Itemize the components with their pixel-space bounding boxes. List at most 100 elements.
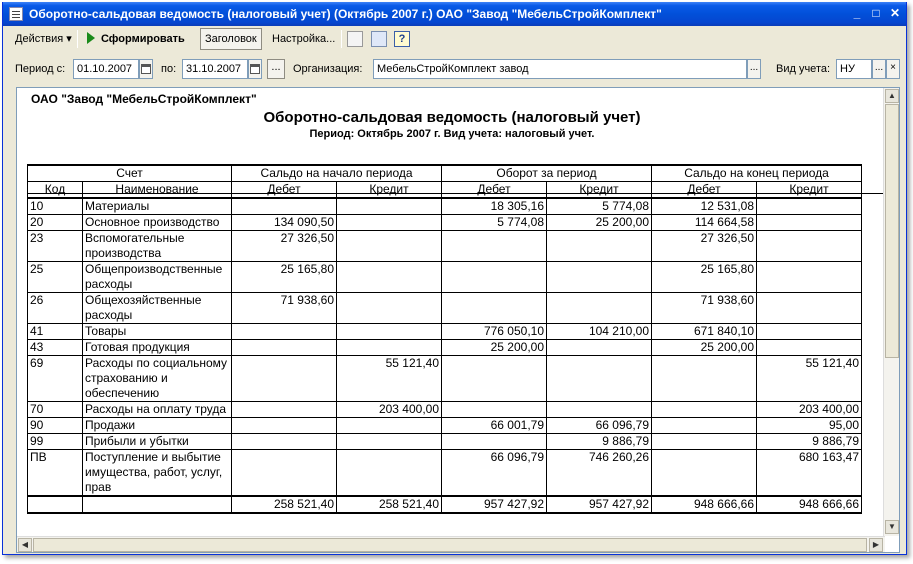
- maximize-button[interactable]: □: [868, 6, 884, 22]
- totals-empty: [27, 495, 83, 514]
- horizontal-scroll-thumb[interactable]: [33, 538, 867, 552]
- amount-cell: [336, 292, 442, 324]
- period-select-button[interactable]: ...: [267, 59, 285, 79]
- amount-cell: 5 774,08: [546, 197, 652, 215]
- copy-icon[interactable]: [347, 31, 363, 47]
- amount-cell: 25 200,00: [651, 339, 757, 356]
- amount-cell: 134 090,50: [231, 214, 337, 231]
- generate-button[interactable]: Сформировать: [83, 28, 189, 50]
- filter-bar: Период с: 01.10.2007 по: 31.10.2007 ... …: [7, 57, 903, 81]
- close-button[interactable]: ✕: [887, 6, 903, 22]
- title-bar[interactable]: Оборотно-сальдовая ведомость (налоговый …: [3, 2, 906, 26]
- period-from-input[interactable]: 01.10.2007: [73, 59, 139, 79]
- account-code: 20: [27, 214, 83, 231]
- amount-cell: [546, 339, 652, 356]
- table-row: ПВ Поступление и выбытие имущества, работ…: [27, 449, 862, 496]
- amount-cell: 71 938,60: [651, 292, 757, 324]
- column-group-header: Сальдо на конец периода: [651, 164, 862, 182]
- amount-cell: 27 326,50: [231, 230, 337, 262]
- period-to-calendar-button[interactable]: [248, 59, 262, 79]
- help-icon[interactable]: ?: [394, 31, 410, 47]
- column-header: Наименование: [82, 181, 232, 199]
- account-name: Расходы на оплату труда: [82, 401, 232, 418]
- amount-cell: [231, 197, 337, 215]
- amount-cell: [441, 401, 547, 418]
- balance-table: Счет Сальдо на начало периода Оборот за пе…: [27, 164, 862, 514]
- account-code: 90: [27, 417, 83, 434]
- report-sheet[interactable]: ОАО "Завод "МебельСтройКомплект" Оборотн…: [16, 87, 900, 553]
- account-name: Продажи: [82, 417, 232, 434]
- report-period: Период: Октябрь 2007 г. Вид учета: налог…: [309, 128, 595, 140]
- amount-cell: [441, 292, 547, 324]
- amount-cell: 71 938,60: [231, 292, 337, 324]
- amount-cell: [336, 261, 442, 293]
- table-row: 41 Товары 776 050,10 104 210,00 671 840,10: [27, 323, 862, 340]
- actions-menu-button[interactable]: Действия ▾: [11, 28, 76, 50]
- horizontal-scrollbar[interactable]: ◀ ▶: [17, 536, 885, 552]
- amount-cell: [651, 449, 757, 496]
- organization-select-button[interactable]: ...: [747, 59, 761, 79]
- document-icon: [9, 7, 23, 21]
- scroll-right-button[interactable]: ▶: [869, 538, 883, 552]
- scroll-up-button[interactable]: ▲: [885, 89, 899, 103]
- amount-cell: 25 200,00: [546, 214, 652, 231]
- amount-cell: 55 121,40: [336, 355, 442, 402]
- amount-cell: 66 096,79: [546, 417, 652, 434]
- minimize-button[interactable]: _: [849, 6, 865, 22]
- column-header: Кредит: [756, 181, 862, 199]
- calendar-icon: [250, 64, 260, 74]
- header-toggle-button[interactable]: Заголовок: [200, 28, 262, 50]
- amount-cell: [231, 449, 337, 496]
- column-header: Дебет: [441, 181, 547, 199]
- period-to-input[interactable]: 31.10.2007: [182, 59, 248, 79]
- amount-cell: [756, 292, 862, 324]
- amount-cell: 25 165,80: [231, 261, 337, 293]
- vertical-scrollbar[interactable]: ▲ ▼: [883, 88, 899, 536]
- amount-cell: 18 305,16: [441, 197, 547, 215]
- toolbar: Действия ▾ Сформировать Заголовок Настро…: [7, 27, 903, 51]
- amount-cell: [546, 355, 652, 402]
- scroll-down-button[interactable]: ▼: [885, 520, 899, 534]
- table-row: 20 Основное производство 134 090,50 5 774,0…: [27, 214, 862, 231]
- table-column-header: Код Наименование Дебет Кредит Дебет Кредит Деб…: [27, 181, 862, 199]
- account-name: Материалы: [82, 197, 232, 215]
- window-title: Оборотно-сальдовая ведомость (налоговый …: [29, 7, 662, 21]
- total-amount: 957 427,92: [546, 495, 652, 514]
- transfer-icon[interactable]: [371, 31, 387, 47]
- settings-button[interactable]: Настройка...: [268, 28, 339, 50]
- amount-cell: [231, 433, 337, 450]
- account-type-select-button[interactable]: ...: [872, 59, 886, 79]
- account-name: Поступление и выбытие имущества, работ, …: [82, 449, 232, 496]
- account-code: ПВ: [27, 449, 83, 496]
- table-row: 99 Прибыли и убытки 9 886,79 9 886,79: [27, 433, 862, 450]
- account-name: Общехозяйственные расходы: [82, 292, 232, 324]
- account-code: 26: [27, 292, 83, 324]
- toolbar-separator: [77, 30, 78, 48]
- amount-cell: 203 400,00: [336, 401, 442, 418]
- scroll-left-button[interactable]: ◀: [18, 538, 32, 552]
- amount-cell: [546, 261, 652, 293]
- table-row: 70 Расходы на оплату труда 203 400,00 203 4…: [27, 401, 862, 418]
- amount-cell: 746 260,26: [546, 449, 652, 496]
- organization-input[interactable]: МебельСтройКомплект завод: [373, 59, 747, 79]
- amount-cell: [336, 214, 442, 231]
- account-code: 70: [27, 401, 83, 418]
- account-type-input[interactable]: НУ: [836, 59, 872, 79]
- amount-cell: 25 165,80: [651, 261, 757, 293]
- amount-cell: [546, 401, 652, 418]
- totals-row: 258 521,40 258 521,40 957 427,92 957 427,92…: [27, 495, 862, 514]
- amount-cell: [651, 417, 757, 434]
- period-from-label: Период с:: [15, 63, 66, 75]
- amount-cell: [336, 449, 442, 496]
- amount-cell: 114 664,58: [651, 214, 757, 231]
- amount-cell: [441, 230, 547, 262]
- amount-cell: [441, 355, 547, 402]
- column-group-header: Оборот за период: [441, 164, 652, 182]
- amount-cell: [336, 417, 442, 434]
- period-from-calendar-button[interactable]: [139, 59, 153, 79]
- amount-cell: [756, 323, 862, 340]
- account-name: Вспомогательные производства: [82, 230, 232, 262]
- vertical-scroll-thumb[interactable]: [885, 104, 899, 358]
- account-type-clear-button[interactable]: ×: [886, 59, 900, 79]
- column-header: Код: [27, 181, 83, 199]
